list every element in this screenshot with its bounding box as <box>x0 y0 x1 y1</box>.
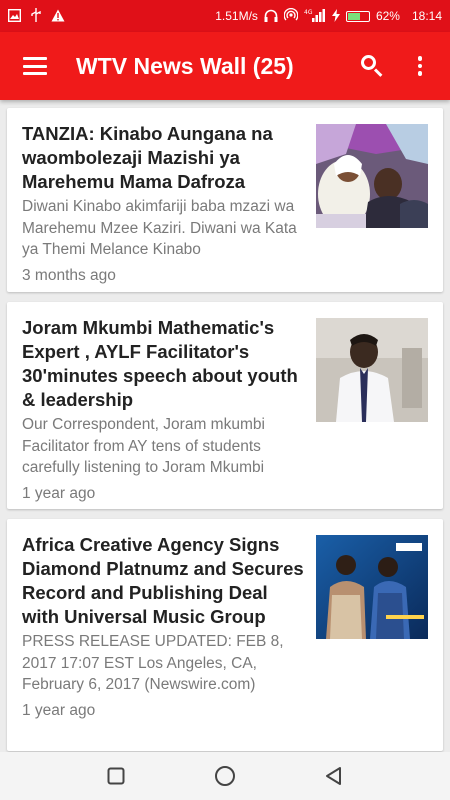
more-options-button[interactable] <box>396 32 444 100</box>
signal-4g-icon: 4G <box>304 8 326 24</box>
news-card[interactable]: Joram Mkumbi Mathematic's Expert , AYLF … <box>7 302 443 509</box>
article-headline: TANZIA: Kinabo Aungana na waombolezaji M… <box>22 123 273 192</box>
article-time: 1 year ago <box>22 701 96 719</box>
usb-icon <box>31 8 41 24</box>
article-summary: Our Correspondent, Joram mkumbi Facilita… <box>22 416 265 476</box>
hotspot-icon <box>283 7 299 24</box>
battery-percent: 62% <box>375 9 400 23</box>
news-card[interactable]: Africa Creative Agency Signs Diamond Pla… <box>7 519 443 751</box>
clock: 18:14 <box>411 9 442 23</box>
headset-icon <box>264 9 278 24</box>
article-headline: Africa Creative Agency Signs Diamond Pla… <box>22 534 304 627</box>
recents-button[interactable] <box>96 756 136 796</box>
more-vert-icon <box>417 56 423 76</box>
article-thumbnail <box>316 124 428 228</box>
app-bar: WTV News Wall (25) <box>0 32 450 100</box>
hamburger-menu-icon <box>23 57 47 75</box>
gallery-notification-icon <box>7 8 22 24</box>
home-button[interactable] <box>205 756 245 796</box>
battery-icon <box>345 10 370 22</box>
triangle-back-icon <box>325 767 341 785</box>
charging-icon <box>331 8 340 24</box>
circle-home-icon <box>214 766 235 786</box>
warning-icon <box>51 9 65 24</box>
status-bar: 1.51M/s 4G 62% 18:14 <box>0 0 450 32</box>
app-title: WTV News Wall (25) <box>76 52 294 79</box>
navigation-bar <box>0 752 450 800</box>
search-icon <box>361 55 383 77</box>
square-recents-icon <box>107 767 125 785</box>
news-feed: TANZIA: Kinabo Aungana na waombolezaji M… <box>0 100 450 752</box>
article-summary: PRESS RELEASE UPDATED: FEB 8, 2017 17:07… <box>22 633 284 693</box>
back-button[interactable] <box>314 756 354 796</box>
news-card[interactable]: TANZIA: Kinabo Aungana na waombolezaji M… <box>7 108 443 292</box>
article-summary: Diwani Kinabo akimfariji baba mzazi wa M… <box>22 198 297 258</box>
network-speed: 1.51M/s <box>215 9 258 23</box>
search-button[interactable] <box>348 32 396 100</box>
article-thumbnail <box>316 535 428 639</box>
article-headline: Joram Mkumbi Mathematic's Expert , AYLF … <box>22 317 298 410</box>
menu-button[interactable] <box>0 32 70 100</box>
signal-label: 4G <box>304 9 313 16</box>
article-time: 1 year ago <box>22 484 96 502</box>
article-time: 3 months ago <box>22 266 116 284</box>
article-thumbnail <box>316 318 428 422</box>
